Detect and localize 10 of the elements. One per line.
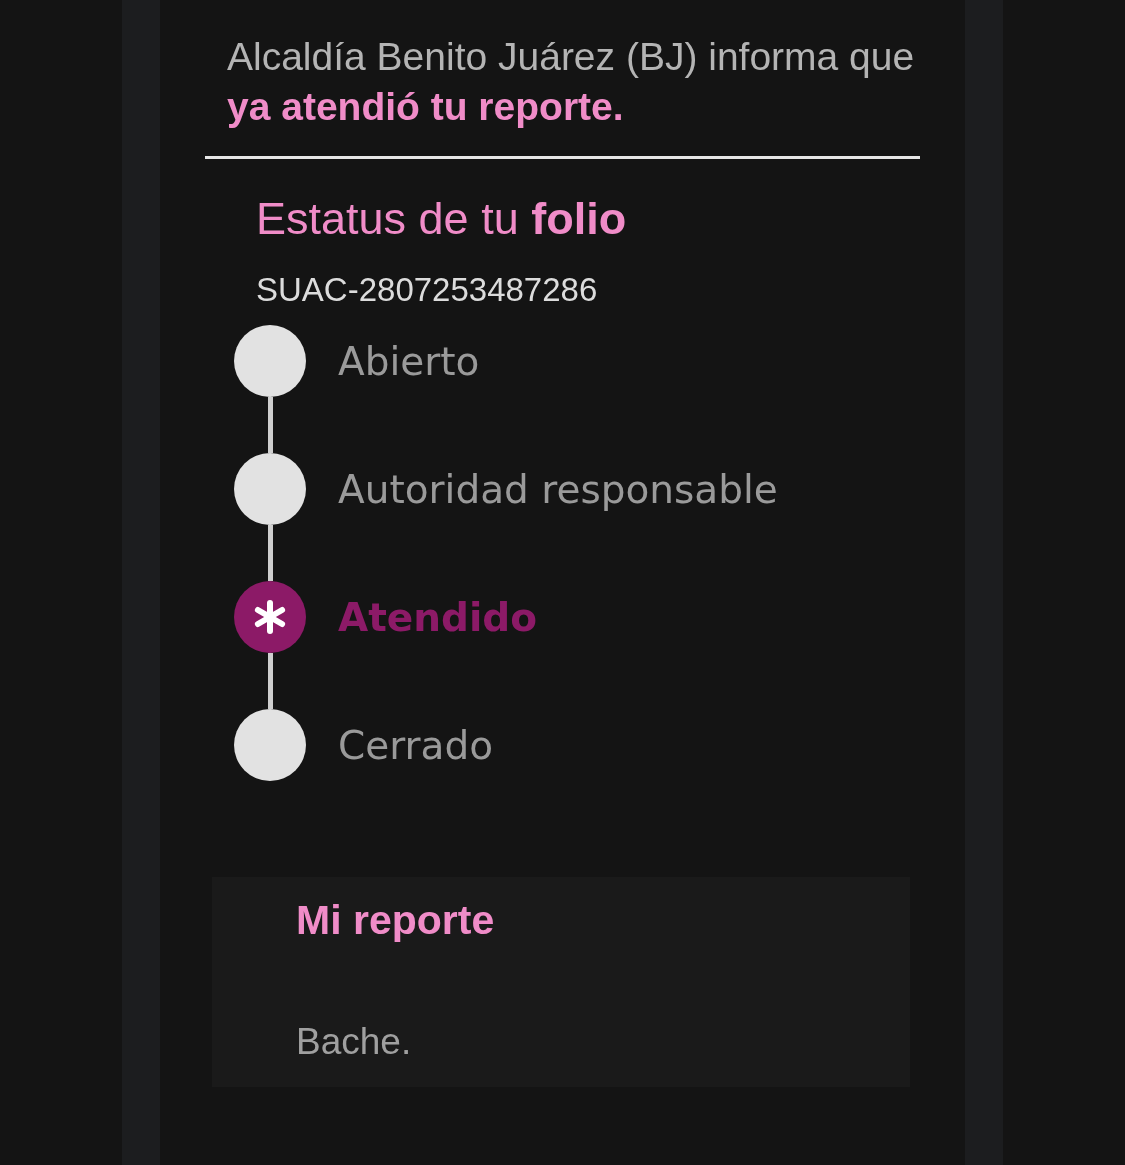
report-title: Mi reporte	[296, 896, 496, 945]
status-title: Estatus de tu folio	[256, 192, 627, 246]
notice-text: Alcaldía Benito Juárez (BJ) informa que ya atendió tu reporte.	[227, 34, 916, 130]
step-label: Cerrado	[338, 722, 494, 768]
asterisk-icon	[252, 599, 288, 635]
step-label: Atendido	[338, 594, 538, 640]
folio-number: SUAC-2807253487286	[256, 271, 598, 309]
report-description: Bache.	[296, 1021, 413, 1063]
step-label: Autoridad responsable	[338, 466, 778, 512]
step-label: Abierto	[338, 338, 480, 384]
